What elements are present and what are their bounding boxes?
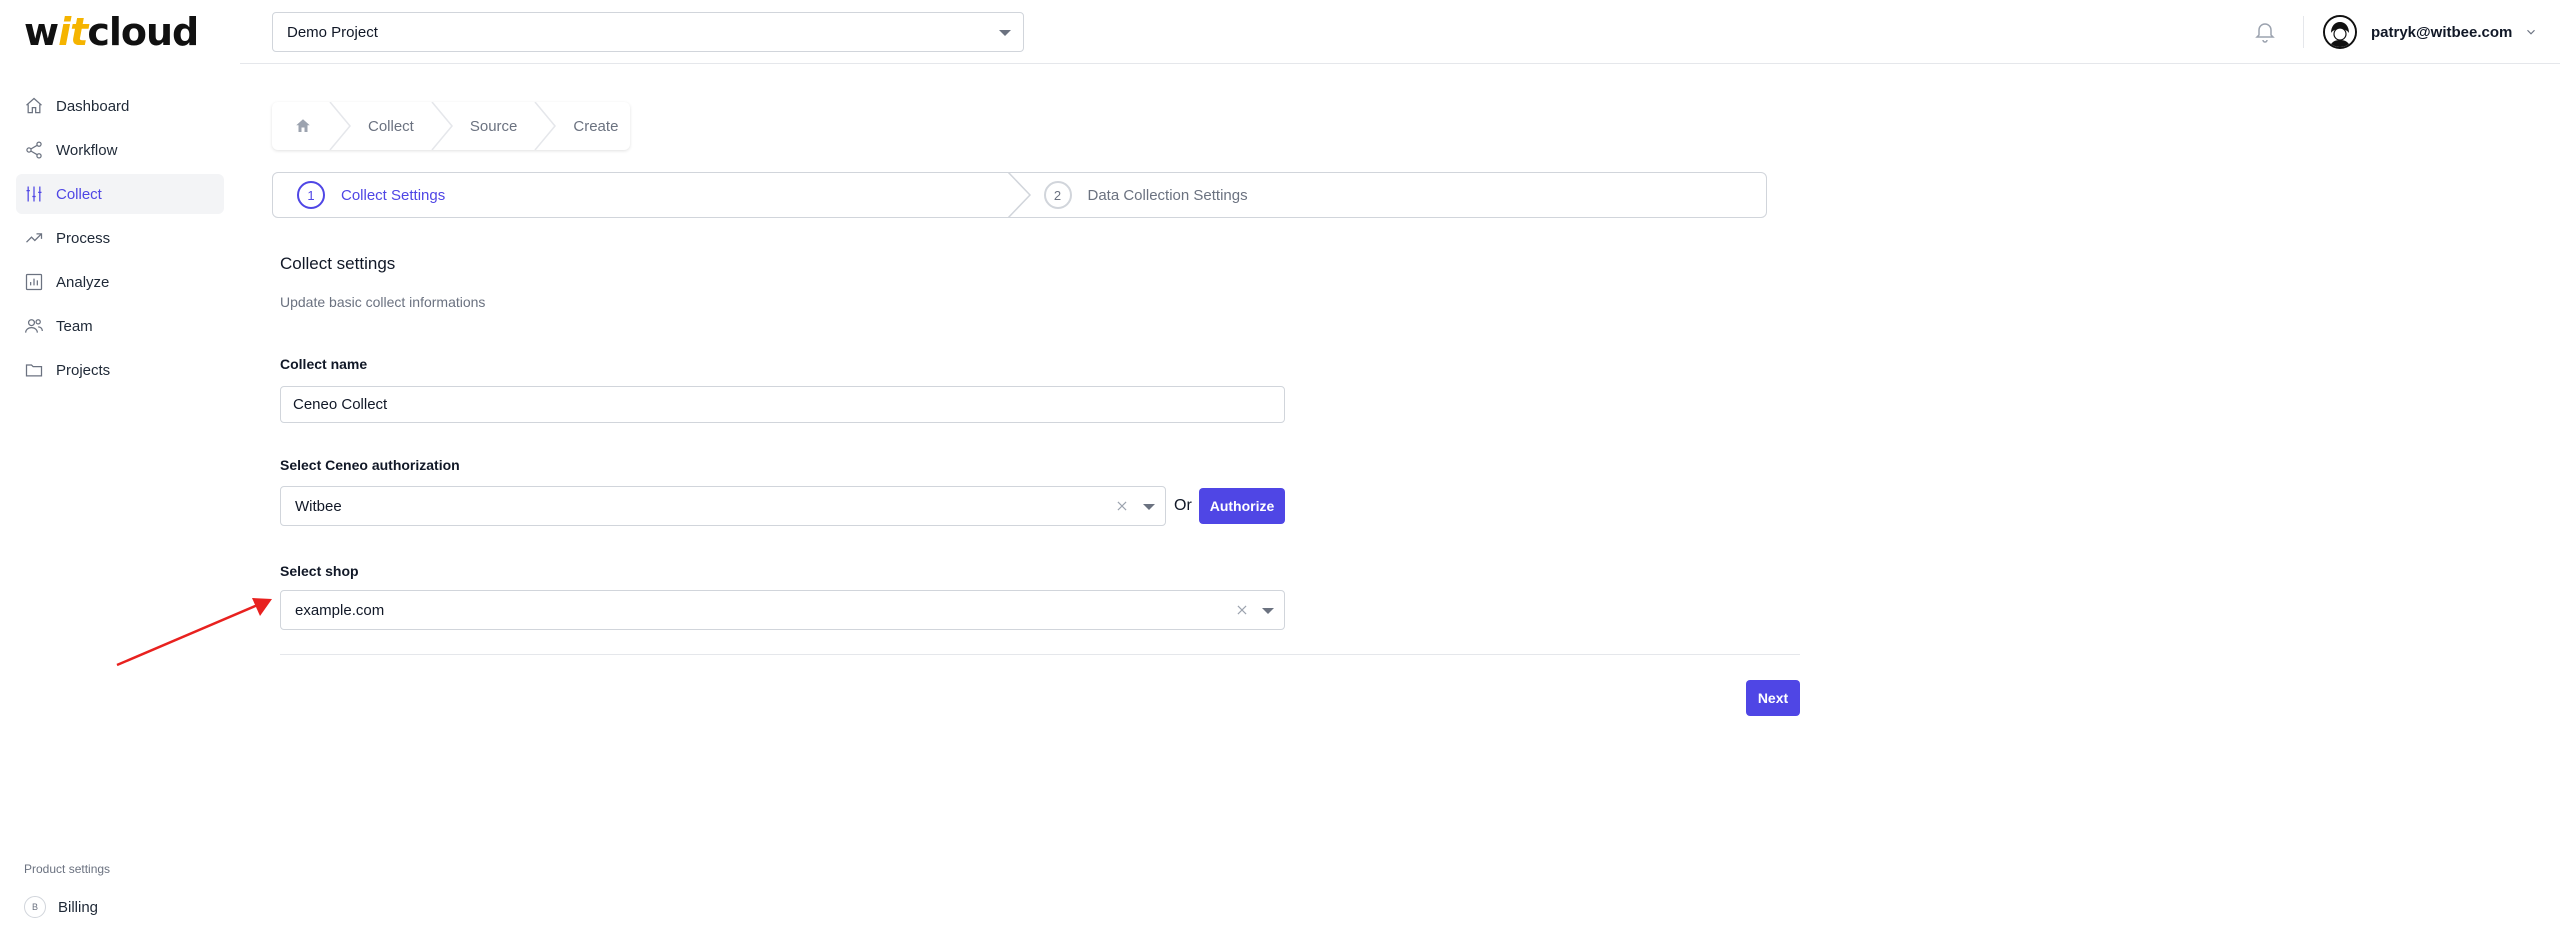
adjustments-icon [24, 184, 44, 204]
step-collect-settings[interactable]: 1 Collect Settings [273, 171, 1031, 219]
section-subtitle: Update basic collect informations [280, 294, 486, 310]
topbar: Demo Project patryk@witbee.com [240, 0, 2560, 64]
logo-text-suffix: cloud [87, 10, 199, 54]
bell-icon[interactable] [2253, 20, 2277, 44]
home-icon [24, 96, 44, 116]
authorization-label: Select Ceneo authorization [280, 457, 460, 473]
user-email: patryk@witbee.com [2371, 23, 2513, 41]
sidebar-item-label: Collect [56, 185, 102, 203]
step-arrow-separator [1006, 171, 1032, 219]
authorization-select[interactable]: Witbee [280, 486, 1166, 526]
sidebar-item-label: Workflow [56, 141, 118, 159]
collect-name-input[interactable] [280, 386, 1285, 423]
sidebar-item-label: Process [56, 229, 111, 247]
caret-down-icon [999, 30, 1011, 36]
caret-down-icon [1262, 608, 1274, 614]
clear-icon[interactable] [1235, 603, 1249, 617]
breadcrumb: Collect Source Create [272, 101, 631, 151]
sidebar-item-label: Projects [56, 361, 111, 379]
sidebar-item-projects[interactable]: Projects [16, 350, 224, 390]
step-data-collection-settings[interactable]: 2 Data Collection Settings [1020, 173, 1767, 217]
step-number: 2 [1043, 181, 1072, 209]
breadcrumb-separator [533, 101, 557, 151]
home-icon[interactable] [294, 117, 312, 135]
users-icon [24, 316, 44, 336]
authorize-button[interactable]: Authorize [1199, 488, 1285, 524]
shop-select-value: example.com [295, 601, 385, 619]
step-number: 1 [297, 181, 325, 209]
sidebar-item-analyze[interactable]: Analyze [16, 262, 224, 302]
breadcrumb-item-collect[interactable]: Collect [368, 118, 414, 135]
project-select-value: Demo Project [287, 23, 378, 41]
step-label: Collect Settings [341, 186, 446, 204]
step-label: Data Collection Settings [1087, 186, 1248, 204]
folder-icon [24, 360, 44, 380]
product-settings-heading: Product settings [24, 862, 111, 876]
witcloud-logo[interactable]: w it cloud [24, 10, 199, 54]
sidebar-item-label: Dashboard [56, 97, 130, 115]
sidebar-item-workflow[interactable]: Workflow [16, 130, 224, 170]
billing-icon: B [24, 896, 46, 918]
topbar-divider [2303, 16, 2304, 48]
collect-name-label: Collect name [280, 356, 368, 372]
chevron-down-icon [2524, 25, 2538, 39]
breadcrumb-item-create[interactable]: Create [573, 118, 618, 135]
sidebar-item-label: Billing [58, 898, 99, 916]
sidebar-item-label: Analyze [56, 273, 110, 291]
sidebar-nav: Dashboard Workflow Collect Process Analy… [16, 86, 224, 394]
section-title: Collect settings [280, 254, 396, 273]
breadcrumb-separator [328, 101, 352, 151]
logo-text-accent: it [58, 10, 88, 54]
next-button[interactable]: Next [1746, 680, 1800, 716]
sidebar-item-collect[interactable]: Collect [16, 174, 224, 214]
sidebar-item-dashboard[interactable]: Dashboard [16, 86, 224, 126]
sidebar-item-team[interactable]: Team [16, 306, 224, 346]
project-select[interactable]: Demo Project [272, 12, 1024, 52]
form-divider [280, 654, 1800, 655]
shop-select[interactable]: example.com [280, 590, 1285, 630]
chart-icon [24, 272, 44, 292]
breadcrumb-separator [430, 101, 454, 151]
user-menu[interactable]: patryk@witbee.com [2323, 14, 2538, 50]
or-text: Or [1174, 497, 1192, 514]
sidebar: w it cloud Dashboard Workflow Collect Proc… [0, 0, 240, 945]
logo-text-prefix: w [24, 10, 59, 54]
sidebar-item-process[interactable]: Process [16, 218, 224, 258]
sidebar-item-label: Team [56, 317, 93, 335]
authorization-select-value: Witbee [295, 497, 342, 515]
share-icon [24, 140, 44, 160]
caret-down-icon [1143, 504, 1155, 510]
shop-label: Select shop [280, 563, 359, 579]
sidebar-item-billing[interactable]: B Billing [24, 896, 98, 918]
breadcrumb-item-source[interactable]: Source [470, 118, 518, 135]
stepper: 1 Collect Settings 2 Data Collection Set… [272, 171, 1767, 219]
annotation-arrow [116, 598, 272, 667]
trending-up-icon [24, 228, 44, 248]
clear-icon[interactable] [1115, 499, 1129, 513]
avatar [2323, 15, 2357, 49]
